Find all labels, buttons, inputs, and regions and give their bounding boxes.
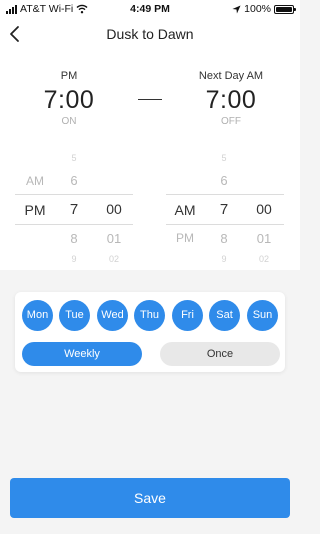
time-range-dash bbox=[138, 99, 162, 100]
start-hour-far-above: 5 bbox=[71, 153, 77, 163]
start-state-label: ON bbox=[61, 116, 77, 127]
end-time-value: 7:00 bbox=[205, 86, 257, 114]
end-minute-selected: 00 bbox=[256, 201, 272, 217]
start-hour-above: 6 bbox=[70, 173, 78, 188]
end-hour-selected: 7 bbox=[219, 201, 229, 218]
day-toggle-wed[interactable]: Wed bbox=[97, 300, 128, 331]
start-time-value: 7:00 bbox=[43, 86, 95, 114]
end-ampm-selected: AM bbox=[174, 202, 196, 218]
start-hour-below: 8 bbox=[70, 231, 78, 246]
end-ampm-below: PM bbox=[176, 231, 194, 245]
end-hour-far-below: 9 bbox=[221, 254, 227, 262]
location-arrow-icon bbox=[232, 4, 241, 14]
status-bar: AT&T Wi-Fi 4:49 PM 100% bbox=[0, 0, 300, 18]
end-hour-above: 6 bbox=[220, 173, 228, 188]
start-ampm-above: AM bbox=[26, 174, 44, 188]
end-time-display: Next Day AM 7:00 OFF bbox=[171, 70, 291, 127]
start-time-display: PM 7:00 ON bbox=[9, 70, 129, 127]
end-hour-far-above: 5 bbox=[221, 153, 227, 163]
page-title: Dusk to Dawn bbox=[106, 26, 194, 42]
end-hour-wheel[interactable]: 5 6 7 8 9 bbox=[204, 150, 244, 265]
battery-percent: 100% bbox=[244, 3, 271, 15]
start-minute-selected: 00 bbox=[106, 201, 122, 217]
end-ampm-wheel[interactable]: AM PM bbox=[165, 150, 205, 265]
start-hour-selected: 7 bbox=[69, 201, 79, 218]
start-period-label: PM bbox=[60, 70, 78, 82]
end-minute-below: 01 bbox=[256, 231, 272, 246]
start-ampm-wheel[interactable]: AM PM bbox=[15, 150, 55, 265]
weekly-button[interactable]: Weekly bbox=[22, 342, 142, 366]
day-toggle-sun[interactable]: Sun bbox=[247, 300, 278, 331]
repeat-days-card: Mon Tue Wed Thu Fri Sat Sun Weekly Once bbox=[15, 292, 285, 372]
end-state-label: OFF bbox=[221, 116, 241, 127]
day-toggle-thu[interactable]: Thu bbox=[134, 300, 165, 331]
start-hour-wheel[interactable]: 5 6 7 8 9 bbox=[54, 150, 94, 265]
start-minute-far-below: 02 bbox=[108, 254, 119, 262]
end-minute-far-below: 02 bbox=[258, 254, 269, 262]
start-minute-wheel[interactable]: 00 01 02 bbox=[94, 150, 134, 265]
end-hour-below: 8 bbox=[220, 231, 228, 246]
day-toggle-fri[interactable]: Fri bbox=[172, 300, 203, 331]
day-toggle-mon[interactable]: Mon bbox=[22, 300, 53, 331]
save-button[interactable]: Save bbox=[10, 478, 290, 518]
day-toggle-sat[interactable]: Sat bbox=[209, 300, 240, 331]
battery-icon bbox=[274, 4, 296, 14]
end-minute-wheel[interactable]: 00 01 02 bbox=[244, 150, 284, 265]
day-toggle-tue[interactable]: Tue bbox=[59, 300, 90, 331]
end-period-label: Next Day AM bbox=[198, 70, 264, 82]
start-hour-far-below: 9 bbox=[71, 254, 77, 262]
once-button[interactable]: Once bbox=[160, 342, 280, 366]
start-ampm-selected: PM bbox=[24, 202, 46, 218]
start-minute-below: 01 bbox=[106, 231, 122, 246]
